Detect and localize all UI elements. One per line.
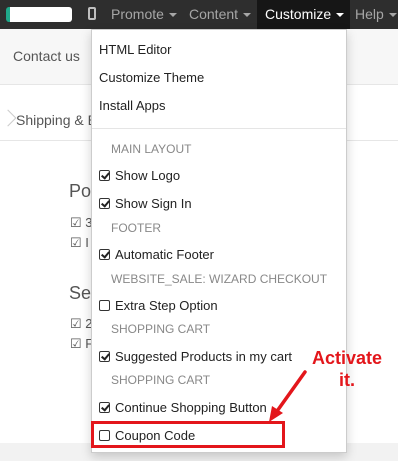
chevron-down-icon [388,13,397,18]
menu-header-shopping-cart: SHOPPING CART [111,373,211,387]
nav-promote[interactable]: Promote [111,0,177,29]
coupon-code-highlight-box [91,421,285,448]
menu-continue-shopping[interactable]: Continue Shopping Button [99,400,267,415]
section-1-line: ☑ 3 [70,215,93,230]
menu-automatic-footer[interactable]: Automatic Footer [99,247,214,262]
menu-extra-step-label: Extra Step Option [115,298,218,313]
menu-continue-shopping-label: Continue Shopping Button [115,400,267,415]
checkbox-icon [99,300,110,311]
menu-show-sign-in[interactable]: Show Sign In [99,196,192,211]
nav-help-label: Help [355,6,384,22]
menu-install-apps[interactable]: Install Apps [99,98,166,113]
menu-html-editor[interactable]: HTML Editor [99,42,171,57]
nav-customize[interactable]: Customize [257,0,351,29]
checkbox-icon [99,170,110,181]
section-title-2: Se [69,283,92,303]
menu-header-wizard: WEBSITE_SALE: WIZARD CHECKOUT [111,272,328,286]
nav-help[interactable]: Help [355,0,397,29]
section-2-line: ☑ F [70,336,94,351]
menu-suggested-products[interactable]: Suggested Products in my cart [99,349,292,364]
top-navbar: Promote Content Customize Help [0,0,398,29]
checkbox-icon [99,402,110,413]
checkbox-icon [99,351,110,362]
chevron-down-icon [243,13,252,18]
checkbox-icon [99,198,110,209]
callout-arrow-icon [269,370,307,422]
wizard-step-label: Shipping & B [16,112,97,128]
section-title-1: Po [69,181,92,201]
callout-line-1: Activate [311,348,383,368]
section-1-line: ☑ I [70,235,89,250]
menu-show-logo[interactable]: Show Logo [99,168,180,183]
nav-promote-label: Promote [111,6,164,22]
menu-automatic-footer-label: Automatic Footer [115,247,214,262]
contact-link[interactable]: Contact us [13,48,80,64]
menu-header-footer: FOOTER [111,221,161,235]
menu-show-logo-label: Show Logo [115,168,181,183]
callout-line-2: it. [339,370,355,390]
menu-show-sign-in-label: Show Sign In [115,196,192,211]
nav-content-label: Content [189,6,239,22]
menu-divider [92,128,346,129]
nav-content[interactable]: Content [189,0,252,29]
app-switcher[interactable] [6,7,72,22]
chevron-down-icon [336,13,345,18]
nav-customize-label: Customize [265,6,332,22]
menu-suggested-products-label: Suggested Products in my cart [115,349,293,364]
menu-extra-step[interactable]: Extra Step Option [99,298,218,313]
checkbox-icon [99,249,110,260]
callout-text: Activate it. [302,347,392,391]
chevron-down-icon [168,13,177,18]
menu-header-main-layout: MAIN LAYOUT [111,142,192,156]
chevron-right-icon [0,109,17,127]
section-2-line: ☑ 2 [70,316,93,331]
mobile-preview-icon[interactable] [88,7,96,20]
menu-customize-theme[interactable]: Customize Theme [99,70,204,85]
menu-header-shopping-cart: SHOPPING CART [111,322,211,336]
